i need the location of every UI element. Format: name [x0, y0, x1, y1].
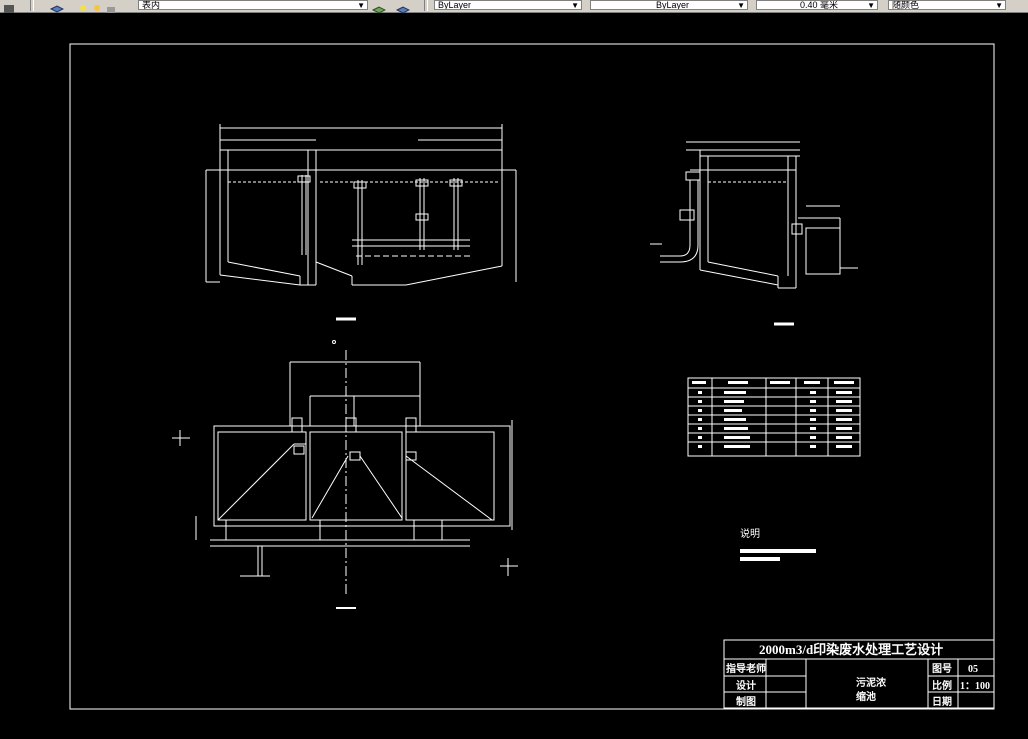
- date-label: 日期: [932, 695, 952, 708]
- materials-table: [687, 377, 861, 457]
- app-icon[interactable]: [2, 0, 16, 13]
- chevron-down-icon: ▼: [357, 1, 365, 10]
- drawing-no-label: 图号: [932, 663, 952, 675]
- layer-previous-icon[interactable]: [395, 0, 411, 14]
- make-current-layer-icon[interactable]: [371, 0, 387, 14]
- plotstyle-dropdown-value: 随颜色: [892, 0, 920, 10]
- scale-label: 比例: [932, 679, 952, 692]
- notes-lines: [740, 549, 816, 561]
- notes-heading: 说明: [740, 527, 760, 540]
- chevron-down-icon: ▼: [737, 1, 745, 10]
- sheet-border: [69, 43, 995, 710]
- lightbulb-icon[interactable]: [76, 0, 90, 11]
- layer-dropdown[interactable]: 表内 ▼: [138, 0, 368, 10]
- drawing-canvas[interactable]: 说明 2000m3/d印染废水处理工艺设计 指导老师 设计 制图 污泥浓 缩池 …: [0, 12, 1028, 739]
- project-title: 2000m3/d印染废水处理工艺设计: [759, 642, 943, 657]
- drawing-name-line2: 缩池: [856, 690, 876, 703]
- section-view-right: [650, 141, 858, 326]
- linetype-dropdown[interactable]: ByLayer ▼: [590, 0, 748, 10]
- lineweight-dropdown-value: 0.40 毫米: [800, 0, 839, 10]
- toolbar-separator: [30, 0, 34, 11]
- chevron-down-icon: ▼: [867, 1, 875, 10]
- chevron-down-icon: ▼: [995, 1, 1003, 10]
- design-label: 设计: [736, 679, 756, 692]
- advisor-label: 指导老师: [726, 662, 766, 675]
- section-view-left: [205, 124, 517, 344]
- plan-view: [172, 350, 518, 609]
- lineweight-dropdown[interactable]: 0.40 毫米 ▼: [756, 0, 878, 10]
- lock-icon[interactable]: [104, 0, 118, 13]
- layer-manager-icon[interactable]: [49, 0, 65, 13]
- toolbar-separator: [424, 0, 428, 11]
- color-dropdown-value: ByLayer: [438, 0, 472, 10]
- drawing-name-line1: 污泥浓: [856, 676, 887, 689]
- sun-icon[interactable]: [90, 0, 104, 11]
- drawing-no-value: 05: [968, 664, 978, 675]
- drafting-label: 制图: [736, 695, 756, 708]
- scale-value: 1：100: [960, 681, 990, 692]
- chevron-down-icon: ▼: [571, 1, 579, 10]
- color-dropdown[interactable]: ByLayer ▼: [434, 0, 582, 10]
- layer-dropdown-value: 表内: [142, 0, 161, 10]
- linetype-dropdown-value: ByLayer: [656, 0, 690, 10]
- plotstyle-dropdown[interactable]: 随颜色 ▼: [888, 0, 1006, 10]
